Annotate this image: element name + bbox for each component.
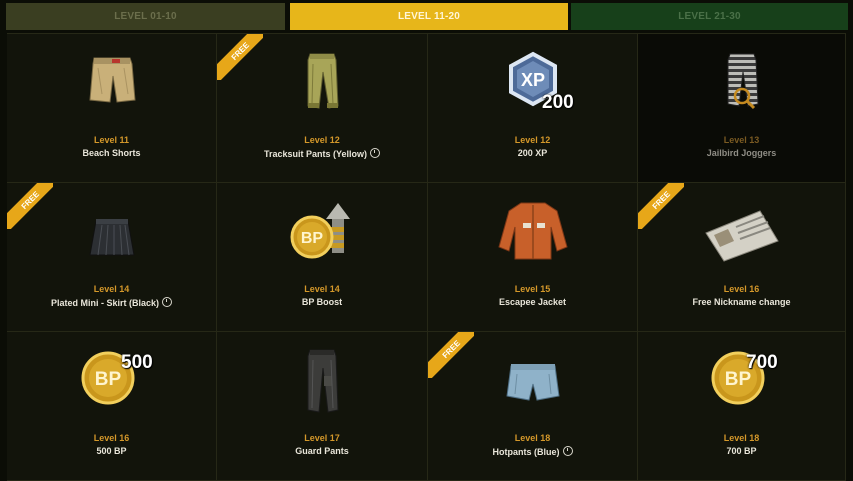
- reward-name: Guard Pants: [295, 446, 349, 456]
- xp-badge-text: XP: [520, 70, 544, 90]
- reward-card-mini-skirt[interactable]: FREE Level 14 Plated Mini - Skirt (Black…: [7, 183, 217, 332]
- reward-card-bp-boost[interactable]: BP Level 14 BP Boost: [217, 183, 428, 332]
- tab-level-01-10[interactable]: LEVEL 01-10: [6, 3, 285, 30]
- reward-level: Level 16: [93, 433, 130, 443]
- reward-card-tracksuit-pants[interactable]: FREE Level 12 Tracksuit Pants (Yellow): [217, 34, 428, 183]
- reward-card-guard-pants[interactable]: Level 17 Guard Pants: [217, 332, 428, 481]
- reward-amount: 500: [121, 352, 153, 373]
- free-ribbon: FREE: [217, 34, 263, 80]
- reward-level: Level 11: [93, 135, 130, 145]
- reward-name: Plated Mini - Skirt (Black): [50, 298, 160, 308]
- reward-level: Level 12: [514, 135, 551, 145]
- bp-boost-icon: BP: [282, 197, 362, 269]
- reward-name: 200 XP: [517, 148, 548, 158]
- reward-amount: 700: [746, 352, 778, 373]
- reward-card-hotpants[interactable]: FREE Level 18 Hotpants (Blue): [428, 332, 638, 481]
- reward-name: Hotpants (Blue): [492, 447, 560, 457]
- reward-name: Escapee Jacket: [498, 297, 567, 307]
- reward-card-escapee-jacket[interactable]: Level 15 Escapee Jacket: [428, 183, 638, 332]
- reward-level: Level 16: [723, 284, 760, 294]
- escapee-jacket-icon: [493, 197, 573, 269]
- free-ribbon: FREE: [7, 183, 53, 229]
- nickname-card-icon: [702, 197, 782, 269]
- reward-name: Free Nickname change: [692, 297, 791, 307]
- level-tabs: LEVEL 01-10 LEVEL 11-20 LEVEL 21-30: [0, 0, 853, 33]
- reward-name-row: Hotpants (Blue): [428, 446, 637, 457]
- reward-level: Level 12: [304, 135, 340, 145]
- free-ribbon: FREE: [638, 183, 684, 229]
- jailbird-joggers-icon: [702, 48, 782, 120]
- beach-shorts-icon: [72, 48, 152, 120]
- reward-level: Level 18: [514, 433, 551, 443]
- tab-level-11-20[interactable]: LEVEL 11-20: [290, 3, 568, 30]
- reward-card-jailbird-joggers[interactable]: Level 13 Jailbird Joggers: [638, 34, 846, 183]
- bp-badge-text: BP: [301, 230, 324, 247]
- reward-name: BP Boost: [301, 297, 343, 307]
- reward-amount: 200: [542, 92, 574, 113]
- reward-name: Tracksuit Pants (Yellow): [263, 149, 368, 159]
- reward-level: Level 14: [93, 284, 130, 294]
- timer-icon: [562, 446, 573, 456]
- reward-name: 700 BP: [726, 446, 757, 456]
- reward-level: Level 15: [514, 284, 551, 294]
- reward-name: Jailbird Joggers: [706, 148, 777, 158]
- reward-name-row: Tracksuit Pants (Yellow): [217, 148, 427, 159]
- tracksuit-pants-icon: [282, 48, 362, 120]
- reward-card-beach-shorts[interactable]: Level 11 Beach Shorts: [7, 34, 217, 183]
- reward-name: Beach Shorts: [82, 148, 141, 158]
- timer-icon: [162, 297, 173, 307]
- guard-pants-icon: [282, 346, 362, 418]
- reward-card-200-xp[interactable]: XP 200 Level 12 200 XP: [428, 34, 638, 183]
- reward-card-700-bp[interactable]: BP 700 Level 18 700 BP: [638, 332, 846, 481]
- free-ribbon: FREE: [428, 332, 474, 378]
- reward-name: 500 BP: [96, 446, 127, 456]
- reward-card-nickname-change[interactable]: FREE Level 16 Free Nickname change: [638, 183, 846, 332]
- timer-icon: [370, 148, 381, 158]
- reward-card-500-bp[interactable]: BP 500 Level 16 500 BP: [7, 332, 217, 481]
- reward-level: Level 14: [304, 284, 340, 294]
- reward-level: Level 17: [304, 433, 340, 443]
- mini-skirt-icon: [72, 197, 152, 269]
- hotpants-icon: [493, 346, 573, 418]
- reward-grid: Level 11 Beach Shorts FREE Level 12 Trac…: [7, 33, 846, 481]
- tab-level-21-30[interactable]: LEVEL 21-30: [571, 3, 848, 30]
- reward-name-row: Plated Mini - Skirt (Black): [7, 297, 216, 308]
- reward-level: Level 13: [723, 135, 760, 145]
- reward-level: Level 18: [723, 433, 760, 443]
- bp-badge-text: BP: [94, 369, 121, 390]
